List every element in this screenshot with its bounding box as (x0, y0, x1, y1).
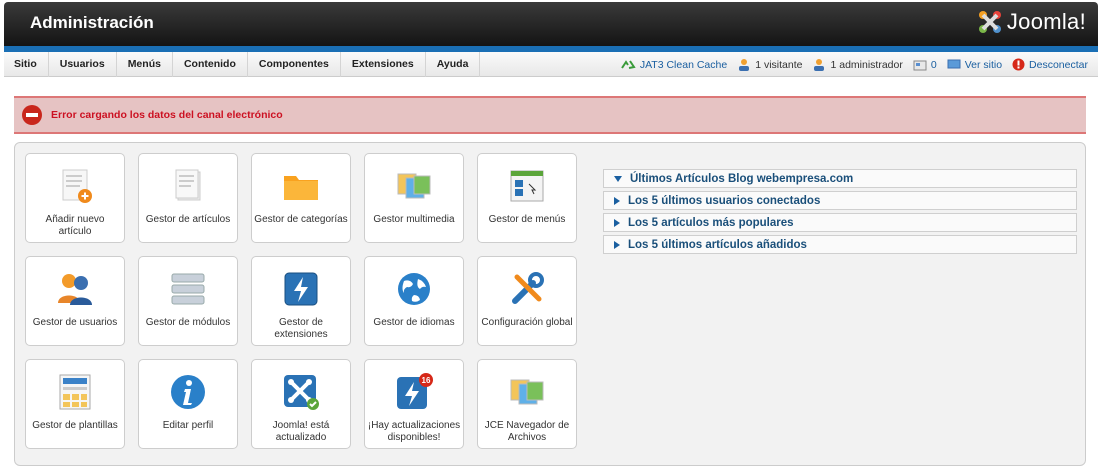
add-article-tile[interactable]: Añadir nuevo artículo (25, 153, 125, 243)
tools-icon (512, 272, 544, 304)
menu-manager-icon (510, 170, 544, 202)
menu-usuarios[interactable]: Usuarios (49, 51, 117, 77)
menu-extensiones[interactable]: Extensiones (341, 51, 426, 77)
module-manager-tile[interactable]: Gestor de módulos (138, 256, 238, 346)
info-icon (171, 375, 205, 409)
accordion-popular-articles[interactable]: Los 5 artículos más populares (603, 213, 1077, 232)
accordion-label: Los 5 artículos más populares (628, 216, 794, 229)
user-manager-tile[interactable]: Gestor de usuarios (25, 256, 125, 346)
accordion-latest-blog[interactable]: Últimos Artículos Blog webempresa.com (603, 169, 1077, 188)
users-icon (58, 274, 92, 305)
updates-icon: 16 (397, 373, 433, 409)
tile-label: Editar perfil (162, 420, 214, 431)
chevron-right-icon (614, 196, 620, 205)
joomla-logo[interactable]: Joomla! (977, 9, 1086, 35)
tile-label: Gestor multimedia (373, 214, 455, 225)
joomla-updated-tile[interactable]: Joomla! está actualizado (251, 359, 351, 449)
edit-profile-tile[interactable]: Editar perfil (138, 359, 238, 449)
view-site-label: Ver sitio (964, 58, 1003, 71)
admin-header: Administración Joomla! (4, 2, 1098, 46)
globe-icon (398, 273, 430, 305)
accordion-label: Los 5 últimos usuarios conectados (628, 194, 821, 207)
clean-cache-label: JAT3 Clean Cache (639, 58, 728, 71)
main-menu: Sitio Usuarios Menús Contenido Component… (4, 51, 1098, 77)
messages-count[interactable]: 0 (913, 59, 937, 71)
media-manager-tile[interactable]: Gestor multimedia (364, 153, 464, 243)
tile-label: Joomla! está actualizado (272, 420, 330, 443)
tile-label: Gestor de plantillas (32, 420, 118, 431)
menu-ayuda[interactable]: Ayuda (426, 51, 481, 77)
menu-manager-tile[interactable]: Gestor de menús (477, 153, 577, 243)
modules-icon (171, 273, 205, 305)
svg-text:16: 16 (422, 376, 431, 385)
folder-icon (284, 176, 318, 200)
logout-label: Desconectar (1029, 58, 1088, 71)
accordion-last-users[interactable]: Los 5 últimos usuarios conectados (603, 191, 1077, 210)
menu-componentes[interactable]: Componentes (248, 51, 341, 77)
tile-label: Añadir nuevo artículo (45, 214, 105, 237)
tile-label: Configuración global (481, 317, 573, 328)
chevron-right-icon (614, 218, 620, 227)
global-config-tile[interactable]: Configuración global (477, 256, 577, 346)
tile-label: Gestor de usuarios (32, 317, 118, 328)
media-icon (397, 173, 431, 199)
logo-text: Joomla! (1006, 9, 1086, 34)
menu-sitio[interactable]: Sitio (4, 51, 49, 77)
tile-label: Gestor de menús (488, 214, 566, 225)
messages-label: 0 (930, 58, 937, 71)
joomla-logo-icon (978, 11, 1001, 33)
chevron-down-icon (614, 175, 622, 182)
jce-browser-tile[interactable]: JCE Navegador de Archivos (477, 359, 577, 449)
article-manager-icon (175, 169, 201, 201)
visitors-count: 1 visitante (737, 58, 802, 72)
article-manager-tile[interactable]: Gestor de artículos (138, 153, 238, 243)
tile-label: Gestor de categorías (254, 214, 348, 225)
accordion-latest-articles[interactable]: Los 5 últimos artículos añadidos (603, 235, 1077, 254)
tile-label: Gestor de artículos (145, 214, 231, 225)
language-manager-tile[interactable]: Gestor de idiomas (364, 256, 464, 346)
tile-label: Gestor de extensiones (274, 317, 328, 340)
template-manager-tile[interactable]: Gestor de plantillas (25, 359, 125, 449)
menu-contenido[interactable]: Contenido (173, 51, 248, 77)
admins-label: 1 administrador (830, 58, 903, 71)
extensions-icon (284, 272, 318, 306)
accordion-label: Últimos Artículos Blog webempresa.com (630, 172, 854, 185)
clean-cache-link[interactable]: JAT3 Clean Cache (620, 59, 727, 71)
jce-browser-icon (510, 379, 544, 405)
add-article-icon (62, 169, 92, 203)
logout-icon (1012, 58, 1025, 71)
page-title: Administración (30, 13, 154, 32)
status-bar: JAT3 Clean Cache 1 visitante 1 administr… (620, 52, 1088, 77)
quick-icons-grid: Añadir nuevo artículo Gestor de artículo… (25, 153, 577, 449)
chevron-right-icon (614, 240, 620, 249)
mail-icon (913, 60, 927, 70)
templates-icon (59, 374, 91, 410)
error-icon (22, 105, 42, 125)
monitor-icon (947, 59, 961, 69)
tile-label: Gestor de idiomas (373, 317, 455, 328)
error-text: Error cargando los datos del canal elect… (51, 109, 283, 121)
joomla-ok-icon (284, 375, 319, 410)
logout-link[interactable]: Desconectar (1012, 58, 1088, 71)
visitors-label: 1 visitante (755, 58, 803, 71)
tile-label: JCE Navegador de Archivos (484, 420, 570, 443)
user-icon (739, 58, 750, 71)
tile-label: Gestor de módulos (145, 317, 231, 328)
info-accordion: Últimos Artículos Blog webempresa.com Lo… (603, 169, 1077, 257)
updates-available-tile[interactable]: 16 ¡Hay actualizaciones disponibles! (364, 359, 464, 449)
view-site-link[interactable]: Ver sitio (947, 59, 1002, 71)
tile-label: ¡Hay actualizaciones disponibles! (367, 420, 461, 443)
accordion-label: Los 5 últimos artículos añadidos (628, 238, 807, 251)
admin-user-icon (814, 58, 825, 71)
extension-manager-tile[interactable]: Gestor de extensiones (251, 256, 351, 346)
admins-count: 1 administrador (812, 58, 903, 72)
recycle-icon (620, 59, 636, 69)
control-panel: Añadir nuevo artículo Gestor de artículo… (14, 142, 1086, 466)
category-manager-tile[interactable]: Gestor de categorías (251, 153, 351, 243)
error-message: Error cargando los datos del canal elect… (14, 96, 1086, 134)
menu-menus[interactable]: Menús (117, 51, 173, 77)
